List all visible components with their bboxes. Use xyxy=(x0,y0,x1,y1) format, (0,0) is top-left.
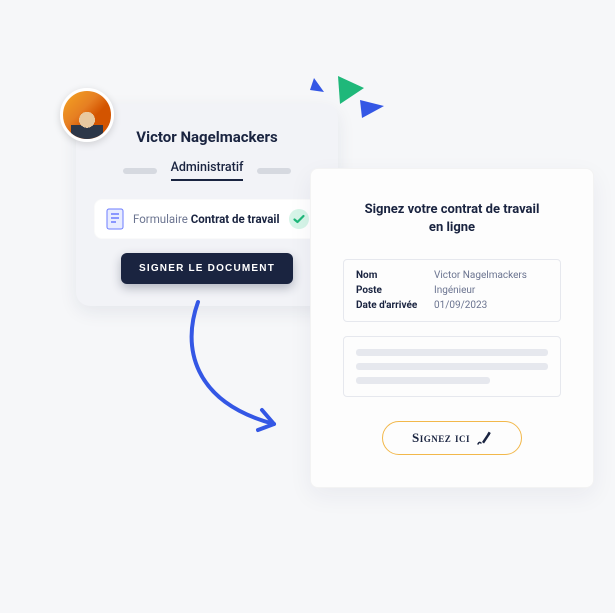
sign-document-button[interactable]: SIGNER LE DOCUMENT xyxy=(121,253,293,284)
profile-name: Victor Nagelmackers xyxy=(94,128,320,146)
document-icon xyxy=(105,208,125,230)
document-title: Signez votre contrat de travail en ligne xyxy=(343,201,561,237)
avatar xyxy=(60,88,114,142)
form-row-contrat[interactable]: Formulaire Contrat de travail xyxy=(94,199,320,239)
info-value-poste: Ingénieur xyxy=(434,285,475,296)
arrow-swoosh xyxy=(174,294,302,444)
form-row-text: Formulaire Contrat de travail xyxy=(133,212,280,226)
document-title-line2: en ligne xyxy=(429,220,475,235)
info-label-date: Date d'arrivée xyxy=(356,300,434,311)
tab-administratif[interactable]: Administratif xyxy=(171,160,244,181)
sign-here-button[interactable]: Signez ici xyxy=(382,421,522,455)
info-block: Nom Victor Nagelmackers Poste Ingénieur … xyxy=(343,259,561,322)
sign-here-label: Signez ici xyxy=(412,430,470,446)
info-value-date: 01/09/2023 xyxy=(434,300,487,311)
profile-card: Victor Nagelmackers Administratif Formul… xyxy=(76,104,338,306)
info-label-nom: Nom xyxy=(356,270,434,281)
tab-placeholder-left[interactable] xyxy=(123,168,157,174)
tabs: Administratif xyxy=(94,160,320,181)
form-label-light: Formulaire xyxy=(133,212,191,226)
contract-text-placeholder xyxy=(343,336,561,397)
document-title-line1: Signez votre contrat de travail xyxy=(365,202,540,217)
info-row-nom: Nom Victor Nagelmackers xyxy=(356,270,548,281)
text-line xyxy=(356,363,548,370)
check-complete-icon xyxy=(288,208,310,230)
info-value-nom: Victor Nagelmackers xyxy=(434,270,527,281)
info-row-poste: Poste Ingénieur xyxy=(356,285,548,296)
info-row-date: Date d'arrivée 01/09/2023 xyxy=(356,300,548,311)
text-line xyxy=(356,349,548,356)
form-label-bold: Contrat de travail xyxy=(191,212,280,226)
info-label-poste: Poste xyxy=(356,285,434,296)
tab-placeholder-right[interactable] xyxy=(257,168,291,174)
pen-icon xyxy=(476,430,492,446)
document-panel: Signez votre contrat de travail en ligne… xyxy=(310,168,594,488)
text-line xyxy=(356,377,490,384)
